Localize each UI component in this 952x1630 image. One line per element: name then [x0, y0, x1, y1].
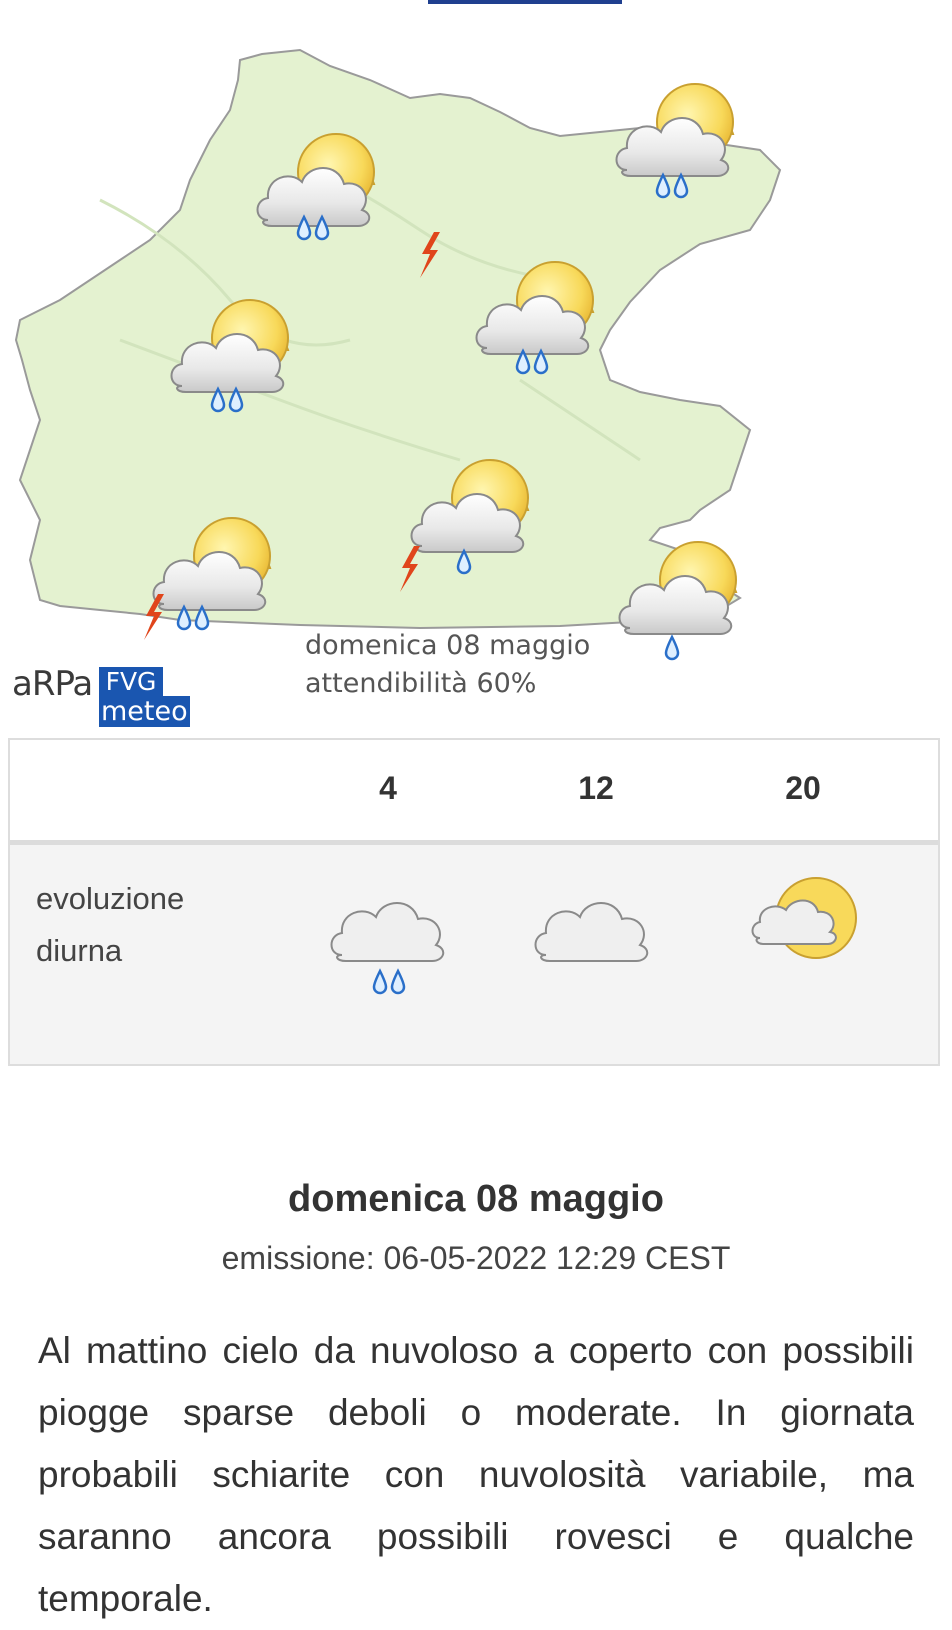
hour-header: 12: [578, 770, 614, 806]
daily-evolution-table: 4 12 20 evoluzione diurna: [8, 738, 940, 1066]
hour-header: 4: [379, 770, 397, 806]
map-caption-day: domenica 08 maggio: [305, 630, 591, 661]
fvg-logo-badge: FVG: [99, 667, 163, 697]
evolution-row: evoluzione diurna: [10, 845, 938, 1064]
forecast-title: domenica 08 maggio: [288, 1178, 664, 1220]
evolution-label-line: diurna: [36, 933, 123, 968]
meteo-logo: meteo: [99, 696, 190, 727]
sun-cloud-icon: [751, 877, 857, 959]
active-tab-indicator: [428, 0, 622, 4]
arpa-logo: aRPa: [12, 664, 93, 704]
cloud-rain-icon: [330, 902, 445, 995]
cloud-icon: [534, 902, 649, 962]
evolution-header-row: 4 12 20: [10, 740, 938, 845]
forecast-text: Al mattino cielo da nuvoloso a coperto c…: [38, 1330, 914, 1619]
forecast-emission: emissione: 06-05-2022 12:29 CEST: [221, 1240, 731, 1276]
meteo-logo-text: meteo: [99, 696, 190, 727]
evolution-label-line: evoluzione: [36, 881, 185, 916]
map-caption-reliability: attendibilità 60%: [305, 668, 537, 699]
evolution-label: evoluzione diurna: [36, 873, 184, 977]
hour-header: 20: [785, 770, 821, 806]
region-forecast-map: [14, 48, 782, 661]
